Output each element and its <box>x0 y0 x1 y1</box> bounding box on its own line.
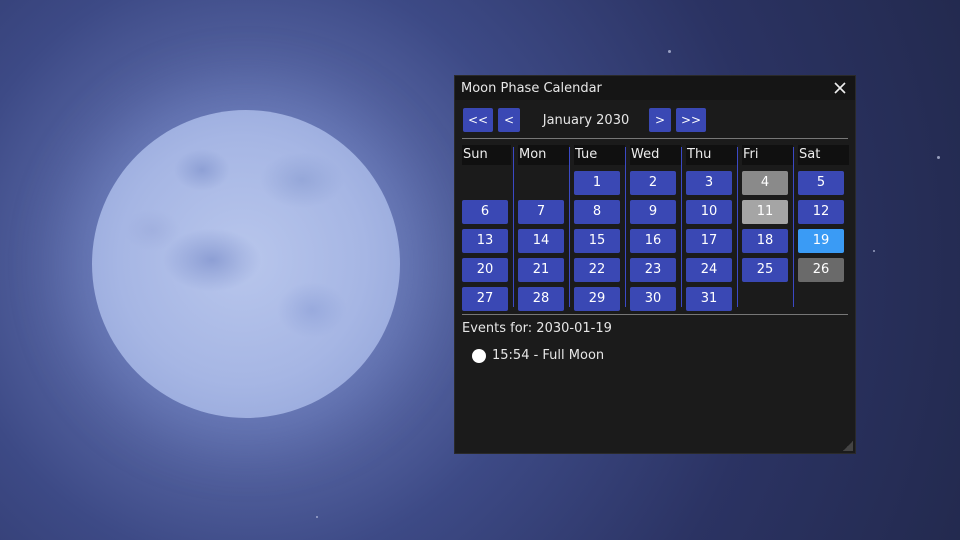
day-button-12[interactable]: 12 <box>798 200 844 224</box>
next-year-button[interactable]: >> <box>676 108 706 132</box>
column-divider <box>513 147 514 307</box>
next-month-button[interactable]: > <box>649 108 671 132</box>
divider <box>462 138 848 139</box>
column-divider <box>569 147 570 307</box>
title-bar[interactable]: Moon Phase Calendar <box>455 76 855 100</box>
close-icon <box>834 82 846 94</box>
weekday-header-sat: Sat <box>798 145 849 165</box>
month-year-label: January 2030 <box>542 112 630 128</box>
day-button-18[interactable]: 18 <box>742 229 788 253</box>
day-button-7[interactable]: 7 <box>518 200 564 224</box>
day-button-28[interactable]: 28 <box>518 287 564 311</box>
day-button-22[interactable]: 22 <box>574 258 620 282</box>
day-button-15[interactable]: 15 <box>574 229 620 253</box>
weekday-header-thu: Thu <box>686 145 737 165</box>
weekday-header-fri: Fri <box>742 145 793 165</box>
day-button-3[interactable]: 3 <box>686 171 732 195</box>
moon-background-image <box>92 110 400 418</box>
day-button-19[interactable]: 19 <box>798 229 844 253</box>
column-divider <box>681 147 682 307</box>
prev-month-button[interactable]: < <box>498 108 520 132</box>
day-button-29[interactable]: 29 <box>574 287 620 311</box>
day-button-17[interactable]: 17 <box>686 229 732 253</box>
day-button-30[interactable]: 30 <box>630 287 676 311</box>
weekday-header-tue: Tue <box>574 145 625 165</box>
resize-grip[interactable] <box>843 441 853 451</box>
moon-phase-calendar-window: Moon Phase Calendar << < January 2030 > … <box>454 75 856 454</box>
day-button-24[interactable]: 24 <box>686 258 732 282</box>
full-moon-icon <box>472 348 486 363</box>
prev-year-button[interactable]: << <box>463 108 493 132</box>
weekday-header-sun: Sun <box>462 145 511 165</box>
month-navigation: << < January 2030 > >> <box>455 100 855 132</box>
day-button-9[interactable]: 9 <box>630 200 676 224</box>
day-button-16[interactable]: 16 <box>630 229 676 253</box>
day-button-23[interactable]: 23 <box>630 258 676 282</box>
day-button-27[interactable]: 27 <box>462 287 508 311</box>
day-button-1[interactable]: 1 <box>574 171 620 195</box>
day-button-10[interactable]: 10 <box>686 200 732 224</box>
divider <box>462 314 848 315</box>
events-heading: Events for: 2030-01-19 <box>462 321 612 336</box>
day-button-20[interactable]: 20 <box>462 258 508 282</box>
day-button-31[interactable]: 31 <box>686 287 732 311</box>
day-button-8[interactable]: 8 <box>574 200 620 224</box>
day-button-25[interactable]: 25 <box>742 258 788 282</box>
event-item[interactable]: 15:54 - Full Moon <box>472 348 604 363</box>
weekday-header-mon: Mon <box>518 145 569 165</box>
column-divider <box>737 147 738 307</box>
star <box>316 516 318 518</box>
star <box>873 250 875 252</box>
column-divider <box>793 147 794 307</box>
close-button[interactable] <box>831 79 849 97</box>
day-button-5[interactable]: 5 <box>798 171 844 195</box>
star <box>668 50 671 53</box>
event-text: 15:54 - Full Moon <box>492 348 605 363</box>
weekday-header-wed: Wed <box>630 145 681 165</box>
day-button-11[interactable]: 11 <box>742 200 788 224</box>
star <box>937 156 940 159</box>
window-title: Moon Phase Calendar <box>461 80 602 96</box>
column-divider <box>625 147 626 307</box>
day-button-4[interactable]: 4 <box>742 171 788 195</box>
day-button-13[interactable]: 13 <box>462 229 508 253</box>
day-button-26[interactable]: 26 <box>798 258 844 282</box>
day-button-14[interactable]: 14 <box>518 229 564 253</box>
day-button-21[interactable]: 21 <box>518 258 564 282</box>
day-button-6[interactable]: 6 <box>462 200 508 224</box>
day-button-2[interactable]: 2 <box>630 171 676 195</box>
